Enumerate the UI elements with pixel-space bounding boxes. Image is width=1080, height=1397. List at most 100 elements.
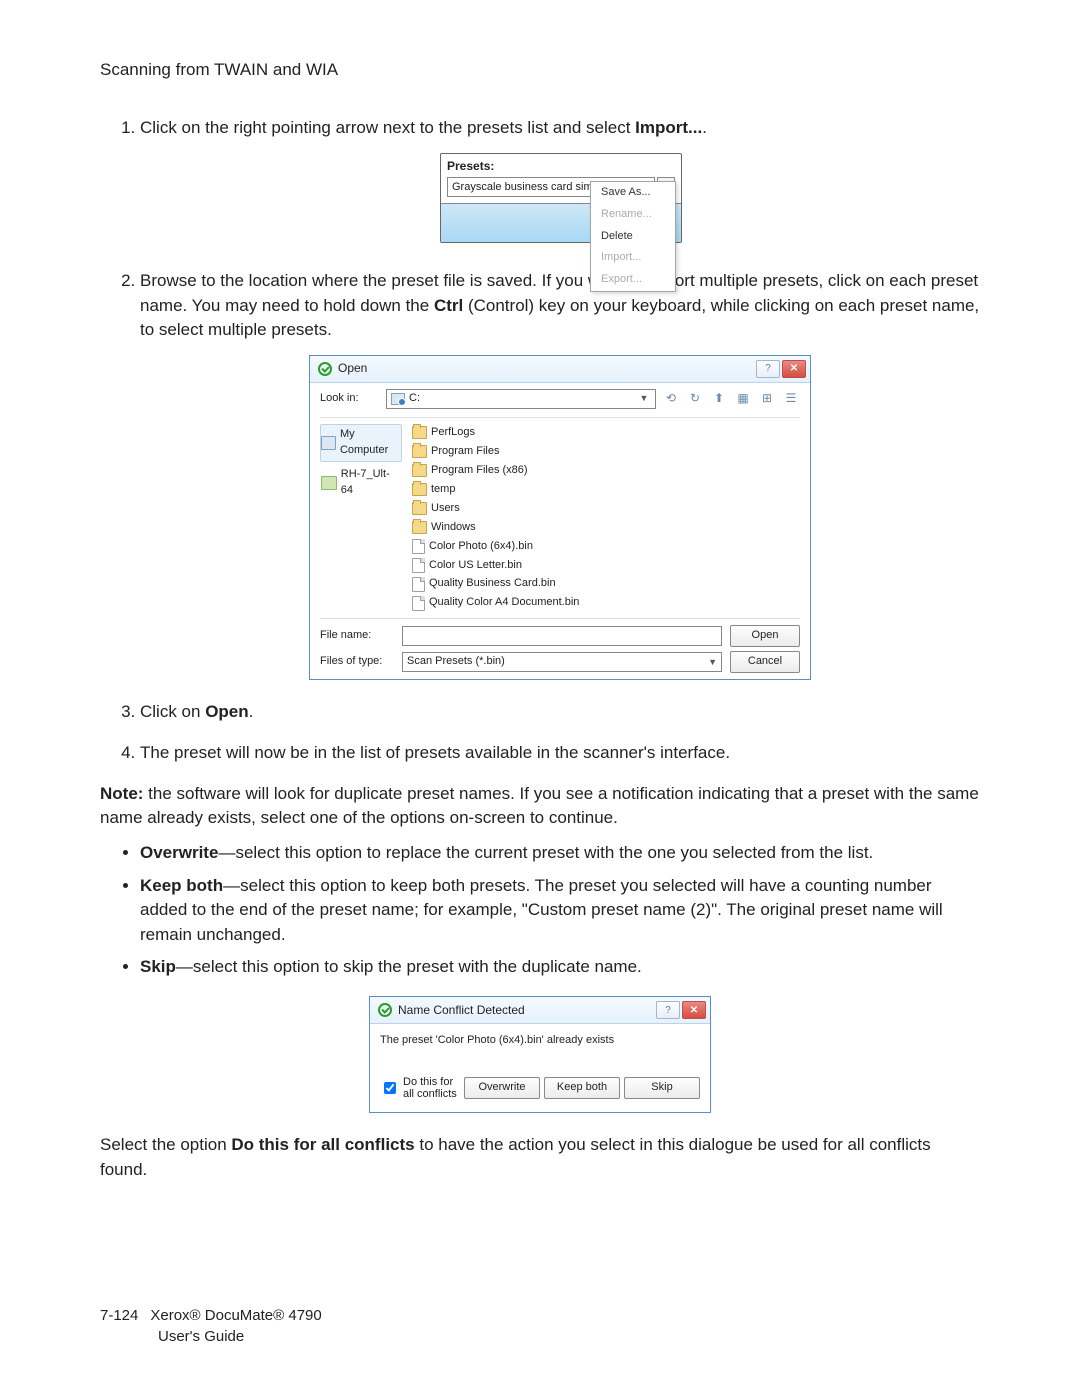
bullet-keep-bold: Keep both (140, 876, 223, 895)
check-icon (318, 362, 332, 376)
file-item[interactable]: Program Files (x86) (410, 462, 800, 480)
step-1-text-b: . (702, 118, 707, 137)
nav-refresh-icon[interactable]: ↻ (686, 390, 704, 408)
presets-figure: Presets: Grayscale business card simplex… (440, 153, 680, 249)
folder-icon (412, 521, 427, 534)
file-item[interactable]: Quality Business Card.bin (410, 575, 800, 593)
menu-import: Import... (591, 247, 675, 269)
step-3: Click on Open. (140, 700, 980, 725)
open-dialog: Open ? ✕ Look in: C: (309, 355, 811, 680)
bullet-overwrite: Overwrite—select this option to replace … (140, 841, 980, 866)
bullet-skip-text: —select this option to skip the preset w… (176, 957, 642, 976)
page-footer: 7-124 Xerox® DocuMate® 4790 User's Guide (100, 1305, 322, 1347)
step-1-text-a: Click on the right pointing arrow next t… (140, 118, 635, 137)
close-button[interactable]: ✕ (782, 360, 806, 378)
file-icon (412, 539, 425, 554)
bullet-skip: Skip—select this option to skip the pres… (140, 955, 980, 980)
bullet-overwrite-text: —select this option to replace the curre… (218, 843, 873, 862)
open-button[interactable]: Open (730, 625, 800, 647)
computer-icon (321, 436, 336, 450)
footer-line1: Xerox® DocuMate® 4790 (150, 1307, 321, 1324)
folder-icon (412, 483, 427, 496)
menu-delete[interactable]: Delete (591, 226, 675, 248)
step-1-bold: Import... (635, 118, 702, 137)
view-list-icon[interactable]: ☰ (782, 390, 800, 408)
lookin-select[interactable]: C: ▼ (386, 389, 656, 409)
file-icon (412, 596, 425, 611)
name-conflict-dialog: Name Conflict Detected ? ✕ The preset 'C… (369, 996, 711, 1113)
filetype-label: Files of type: (320, 654, 394, 670)
file-icon (412, 577, 425, 592)
file-item-label: Quality Color A4 Document.bin (429, 595, 579, 611)
help-button[interactable]: ? (656, 1001, 680, 1019)
folder-icon (412, 502, 427, 515)
step-3-text-b: . (249, 702, 254, 721)
step-4-text: The preset will now be in the list of pr… (140, 743, 730, 762)
nc-title: Name Conflict Detected (398, 1003, 525, 1017)
step-4: The preset will now be in the list of pr… (140, 741, 980, 766)
step-3-text-a: Click on (140, 702, 205, 721)
file-item-label: Program Files (x86) (431, 463, 528, 479)
file-item[interactable]: Program Files (410, 443, 800, 461)
file-item[interactable]: Quality Color A4 Document.bin (410, 594, 800, 612)
file-icon (412, 558, 425, 573)
file-item-label: PerfLogs (431, 425, 475, 441)
page-number: 7-124 (100, 1305, 138, 1326)
nc-overwrite-button[interactable]: Overwrite (464, 1077, 540, 1099)
file-item[interactable]: Color Photo (6x4).bin (410, 538, 800, 556)
view-icons-icon[interactable]: ⊞ (758, 390, 776, 408)
file-item[interactable]: Windows (410, 519, 800, 537)
file-item-label: Windows (431, 520, 476, 536)
nc-checkbox[interactable] (384, 1082, 396, 1094)
file-item[interactable]: PerfLogs (410, 424, 800, 442)
step-2: Browse to the location where the preset … (140, 269, 980, 680)
file-item[interactable]: temp (410, 481, 800, 499)
nc-skip-button[interactable]: Skip (624, 1077, 700, 1099)
sidebar-my-computer[interactable]: My Computer (320, 424, 402, 462)
section-heading: Scanning from TWAIN and WIA (100, 60, 980, 80)
check-icon (378, 1003, 392, 1017)
drive-icon (391, 393, 405, 405)
file-item[interactable]: Users (410, 500, 800, 518)
open-dialog-title: Open (338, 360, 367, 377)
file-item[interactable]: Color US Letter.bin (410, 557, 800, 575)
step-3-bold: Open (205, 702, 248, 721)
file-list: PerfLogs Program Files Program Files (x86)… (410, 424, 800, 612)
menu-rename: Rename... (591, 204, 675, 226)
nc-check-label: Do this for all conflicts (403, 1076, 460, 1100)
final-a: Select the option (100, 1135, 231, 1154)
presets-menu: Save As... Rename... Delete Import... Ex… (590, 181, 676, 293)
cancel-button[interactable]: Cancel (730, 651, 800, 673)
lookin-label: Look in: (320, 391, 380, 407)
final-bold: Do this for all conflicts (231, 1135, 414, 1154)
close-button[interactable]: ✕ (682, 1001, 706, 1019)
nc-message: The preset 'Color Photo (6x4).bin' alrea… (380, 1034, 700, 1046)
file-item-label: Program Files (431, 444, 499, 460)
folder-icon (412, 464, 427, 477)
filetype-value: Scan Presets (*.bin) (407, 654, 505, 670)
nav-up-icon[interactable]: ⬆ (710, 390, 728, 408)
help-button[interactable]: ? (756, 360, 780, 378)
nav-new-folder-icon[interactable]: ▦ (734, 390, 752, 408)
bullet-list: Overwrite—select this option to replace … (100, 841, 980, 980)
nav-back-icon[interactable]: ⟲ (662, 390, 680, 408)
note-bold: Note: (100, 784, 143, 803)
footer-line2: User's Guide (158, 1326, 244, 1347)
menu-export: Export... (591, 269, 675, 291)
filetype-select[interactable]: Scan Presets (*.bin) (402, 652, 722, 672)
bullet-overwrite-bold: Overwrite (140, 843, 218, 862)
step-1: Click on the right pointing arrow next t… (140, 116, 980, 249)
step-2-bold: Ctrl (434, 296, 463, 315)
menu-save-as[interactable]: Save As... (591, 182, 675, 204)
file-item-label: Color US Letter.bin (429, 558, 522, 574)
sidebar-rh7[interactable]: RH-7_Ult-64 (320, 464, 402, 502)
nc-do-for-all[interactable]: Do this for all conflicts (380, 1076, 460, 1100)
nc-titlebar: Name Conflict Detected ? ✕ (370, 997, 710, 1024)
bullet-skip-bold: Skip (140, 957, 176, 976)
filename-input[interactable] (402, 626, 722, 646)
nc-keep-both-button[interactable]: Keep both (544, 1077, 620, 1099)
file-item-label: Users (431, 501, 460, 517)
final-paragraph: Select the option Do this for all confli… (100, 1133, 980, 1182)
filename-label: File name: (320, 628, 394, 644)
bullet-keep-text: —select this option to keep both presets… (140, 876, 943, 944)
